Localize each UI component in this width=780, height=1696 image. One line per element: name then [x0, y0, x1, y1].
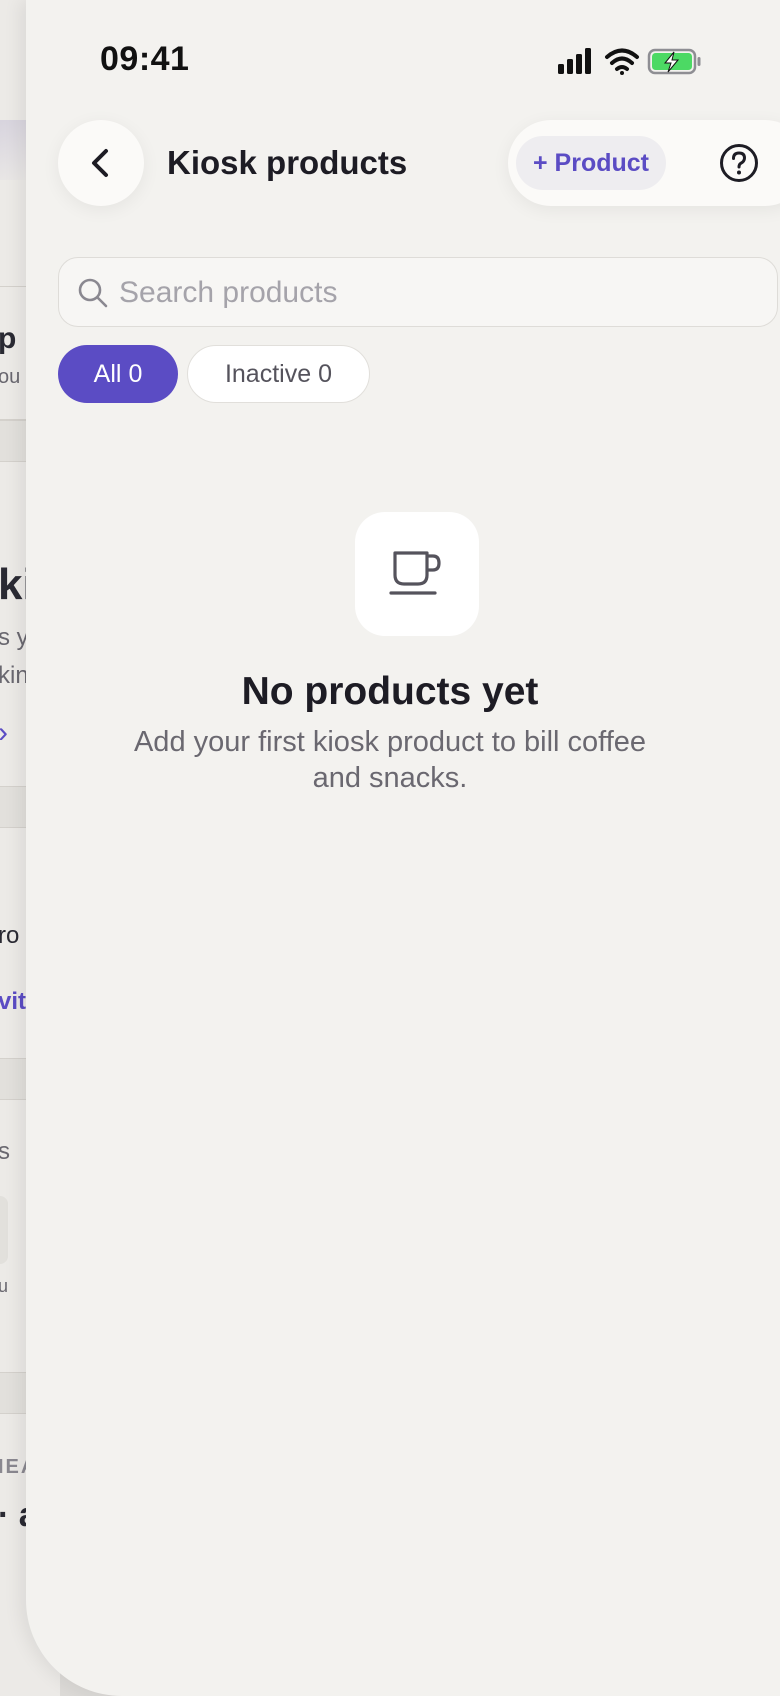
filter-chip-label: Inactive: [224, 359, 312, 388]
empty-state-icon-container: [355, 512, 479, 636]
battery-charging-icon: [647, 48, 701, 75]
status-bar-time: 09:41: [100, 40, 190, 78]
back-button[interactable]: [58, 120, 144, 206]
filter-chip-inactive[interactable]: Inactive 0: [187, 345, 370, 403]
background-text-fragment: s y: [0, 624, 29, 651]
background-text-fragment: vit: [0, 988, 27, 1015]
signal-icon: [558, 48, 591, 74]
empty-state-subtitle: Add your first kiosk product to bill cof…: [133, 726, 647, 794]
filter-chip-label: All: [93, 359, 122, 388]
status-bar-icons: [558, 46, 708, 85]
help-icon: [720, 144, 758, 182]
page-title: Kiosk products: [167, 144, 408, 181]
filter-chip-count: 0: [318, 359, 333, 388]
search-icon: [78, 278, 108, 308]
search-input[interactable]: [117, 270, 741, 316]
help-button[interactable]: [719, 143, 759, 183]
add-product-button[interactable]: + Product: [516, 136, 666, 190]
background-card-edge: [0, 1196, 8, 1264]
kiosk-products-sheet: 09:41 Kiosk products + Product Search pr…: [26, 0, 780, 1696]
coffee-cup-icon: [389, 551, 441, 595]
chevron-right-icon: ›: [0, 716, 8, 750]
back-chevron-icon: [92, 149, 108, 177]
search-bar[interactable]: [58, 257, 778, 327]
wifi-icon: [605, 48, 639, 75]
empty-state-title: No products yet: [241, 670, 539, 713]
background-text-fragment: s: [0, 1138, 10, 1165]
filter-chip-all[interactable]: All 0: [58, 345, 178, 403]
background-text-fragment: u: [0, 1276, 9, 1296]
background-text-fragment: ro: [0, 922, 20, 949]
background-text-fragment: p: [0, 322, 17, 355]
filter-chip-count: 0: [128, 359, 143, 388]
background-text-fragment: ou: [0, 366, 21, 388]
